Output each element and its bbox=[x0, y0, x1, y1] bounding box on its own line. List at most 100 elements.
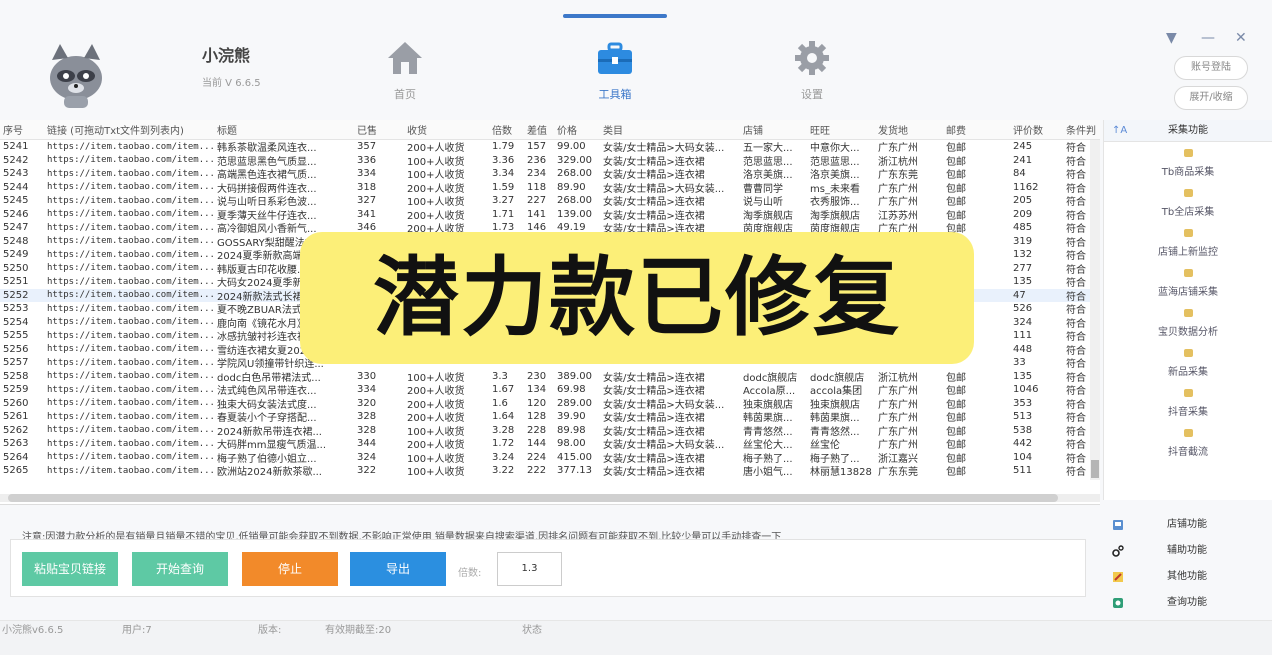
table-cell: 322 bbox=[357, 465, 377, 477]
sidebar-item[interactable]: 宝贝数据分析 bbox=[1104, 302, 1272, 342]
table-cell: 女装/女士精品>连衣裙 bbox=[603, 467, 705, 479]
column-header[interactable]: 旺旺 bbox=[807, 122, 875, 137]
table-row[interactable]: 5245 https://item.taobao.com/item... 说与山听日… bbox=[0, 194, 1100, 208]
column-header[interactable]: 店铺 bbox=[740, 122, 807, 137]
query-function-label: 查询功能 bbox=[1167, 597, 1207, 608]
sidebar-item[interactable]: 抖音采集 bbox=[1104, 382, 1272, 422]
tab-toolbox[interactable]: 工具箱 bbox=[580, 40, 650, 102]
table-row[interactable]: 5242 https://item.taobao.com/item... 范思蓝思黑… bbox=[0, 154, 1100, 168]
table-row[interactable]: 5262 https://item.taobao.com/item... 2024新… bbox=[0, 424, 1100, 438]
table-row[interactable]: 5264 https://item.taobao.com/item... 梅子熟了伯… bbox=[0, 451, 1100, 465]
sidebar-item[interactable]: Tb全店采集 bbox=[1104, 182, 1272, 222]
horizontal-scrollbar[interactable] bbox=[0, 494, 1100, 502]
vertical-scrollbar[interactable] bbox=[1090, 140, 1100, 480]
sidebar-item-label: 宝贝数据分析 bbox=[1158, 327, 1218, 338]
table-cell: 39.90 bbox=[557, 411, 586, 423]
dropdown-icon[interactable]: ▼ bbox=[1166, 30, 1177, 46]
status-expiry: 有效期截至:20 bbox=[325, 625, 392, 636]
table-cell: https://item.taobao.com/item... bbox=[47, 465, 214, 476]
column-header[interactable]: 评价数 bbox=[1010, 122, 1063, 137]
tab-home-label: 首页 bbox=[394, 88, 416, 101]
table-row[interactable]: 5265 https://item.taobao.com/item... 欧洲站20… bbox=[0, 464, 1100, 478]
account-login-button[interactable]: 账号登陆 bbox=[1174, 56, 1248, 80]
vertical-scroll-thumb[interactable] bbox=[1091, 460, 1099, 478]
sidebar-item-label: 抖音截流 bbox=[1168, 447, 1208, 458]
table-cell: 241 bbox=[1013, 154, 1033, 166]
column-header[interactable]: 标题 bbox=[214, 122, 354, 137]
tab-settings[interactable]: 设置 bbox=[777, 40, 847, 102]
column-header[interactable]: 收货 bbox=[404, 122, 489, 137]
column-header[interactable]: 价格 bbox=[554, 122, 600, 137]
tab-home[interactable]: 首页 bbox=[370, 40, 440, 102]
column-header[interactable]: 类目 bbox=[600, 122, 740, 137]
status-version-label: 版本: bbox=[258, 625, 282, 636]
table-cell: 277 bbox=[1013, 262, 1033, 274]
sidebar-item[interactable]: 抖音截流 bbox=[1104, 422, 1272, 462]
column-header[interactable]: 已售 bbox=[354, 122, 404, 137]
table-cell: 389.00 bbox=[557, 370, 592, 382]
lock-icon bbox=[1183, 189, 1193, 197]
horizontal-scroll-thumb[interactable] bbox=[8, 494, 1058, 502]
table-cell: 林丽慧13828 bbox=[810, 467, 872, 479]
tab-settings-label: 设置 bbox=[801, 88, 823, 101]
start-query-button[interactable]: 开始查询 bbox=[132, 552, 228, 586]
stop-button[interactable]: 停止 bbox=[242, 552, 338, 586]
sidebar-item[interactable]: Tb商品采集 bbox=[1104, 142, 1272, 182]
table-cell: 5254 bbox=[3, 316, 29, 328]
other-function-item[interactable]: 其他功能 bbox=[1103, 564, 1272, 590]
table-cell: 5257 bbox=[3, 357, 29, 369]
column-header[interactable]: 邮费 bbox=[943, 122, 1010, 137]
table-cell: 327 bbox=[357, 195, 377, 207]
sidebar-item[interactable]: 新品采集 bbox=[1104, 342, 1272, 382]
table-cell: 538 bbox=[1013, 424, 1033, 436]
status-version: 小浣熊v6.6.5 bbox=[2, 625, 64, 636]
column-header[interactable]: 条件判 bbox=[1063, 122, 1100, 137]
table-cell: 224 bbox=[527, 451, 547, 463]
query-function-item[interactable]: 查询功能 bbox=[1103, 590, 1272, 616]
link-icon bbox=[1112, 545, 1124, 557]
table-cell: 5265 bbox=[3, 465, 29, 477]
expand-collapse-button[interactable]: 展开/收缩 bbox=[1174, 86, 1248, 110]
table-cell: https://item.taobao.com/item... bbox=[47, 276, 214, 287]
table-cell: 328 bbox=[357, 424, 377, 436]
table-cell: 5242 bbox=[3, 154, 29, 166]
paste-link-button[interactable]: 粘贴宝贝链接 bbox=[22, 552, 118, 586]
table-row[interactable]: 5246 https://item.taobao.com/item... 夏季薄天丝… bbox=[0, 208, 1100, 222]
table-cell: 336 bbox=[357, 154, 377, 166]
table-row[interactable]: 5260 https://item.taobao.com/item... 独束大码女… bbox=[0, 397, 1100, 411]
table-row[interactable]: 5261 https://item.taobao.com/item... 春夏装小个… bbox=[0, 410, 1100, 424]
sidebar-item-label: Tb商品采集 bbox=[1161, 167, 1215, 178]
column-header[interactable]: 发货地 bbox=[875, 122, 943, 137]
column-header[interactable]: 差值 bbox=[524, 122, 554, 137]
table-cell: 324 bbox=[357, 451, 377, 463]
table-row[interactable]: 5243 https://item.taobao.com/item... 高端黑色连… bbox=[0, 167, 1100, 181]
ratio-input[interactable]: 1.3 bbox=[497, 552, 562, 586]
table-cell: 415.00 bbox=[557, 451, 592, 463]
close-icon[interactable]: ✕ bbox=[1235, 30, 1247, 46]
column-header[interactable]: 链接 (可拖动Txt文件到列表内) bbox=[44, 122, 214, 137]
table-cell: https://item.taobao.com/item... bbox=[47, 155, 214, 166]
table-row[interactable]: 5259 https://item.taobao.com/item... 法式纯色风… bbox=[0, 383, 1100, 397]
lock-icon bbox=[1183, 269, 1193, 277]
column-header[interactable]: 倍数 bbox=[489, 122, 524, 137]
other-function-label: 其他功能 bbox=[1167, 571, 1207, 582]
table-cell: 广东东莞 bbox=[878, 467, 918, 479]
table-cell: 5248 bbox=[3, 235, 29, 247]
column-header[interactable]: 序号 bbox=[0, 122, 44, 137]
sidebar-item[interactable]: 店铺上新监控 bbox=[1104, 222, 1272, 262]
table-cell: https://item.taobao.com/item... bbox=[47, 263, 214, 274]
shop-function-item[interactable]: 店铺功能 bbox=[1103, 512, 1272, 538]
sidebar-item[interactable]: 蓝海店铺采集 bbox=[1104, 262, 1272, 302]
table-row[interactable]: 5244 https://item.taobao.com/item... 大码拼接假… bbox=[0, 181, 1100, 195]
table-row[interactable]: 5258 https://item.taobao.com/item... dodc白… bbox=[0, 370, 1100, 384]
minimize-icon[interactable]: — bbox=[1201, 30, 1215, 46]
assist-function-item[interactable]: 辅助功能 bbox=[1103, 538, 1272, 564]
table-cell: 5262 bbox=[3, 424, 29, 436]
table-cell: https://item.taobao.com/item... bbox=[47, 371, 214, 382]
header: 小浣熊 当前 V 6.6.5 首页 工具箱 设置 ▼ — ✕ 账号登陆 展开/收… bbox=[0, 0, 1272, 120]
sidebar-item-label: 抖音采集 bbox=[1168, 407, 1208, 418]
table-row[interactable]: 5241 https://item.taobao.com/item... 韩系茶歇温… bbox=[0, 140, 1100, 154]
table-row[interactable]: 5263 https://item.taobao.com/item... 大码胖mm… bbox=[0, 437, 1100, 451]
export-button[interactable]: 导出 bbox=[350, 552, 446, 586]
table-cell: https://item.taobao.com/item... bbox=[47, 195, 214, 206]
